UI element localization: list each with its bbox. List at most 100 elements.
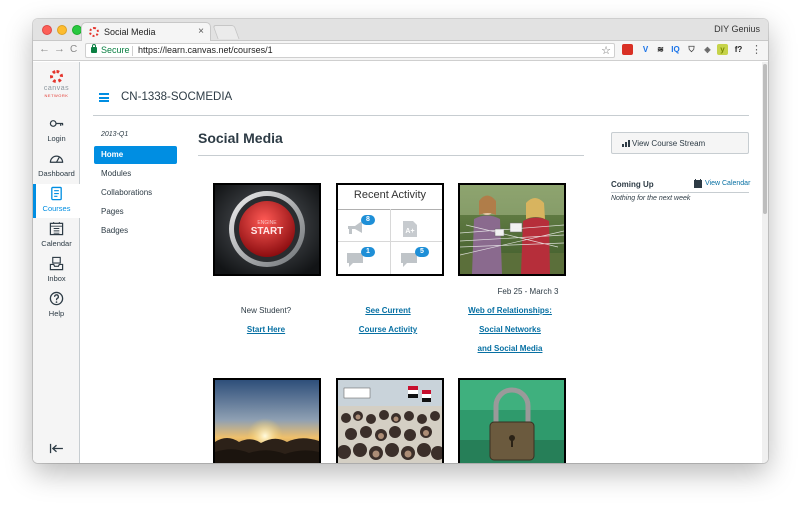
lock-icon <box>91 44 97 53</box>
hamburger-menu-icon[interactable] <box>99 93 109 102</box>
key-icon <box>49 120 64 127</box>
close-window-button[interactable] <box>42 25 52 35</box>
sunset-over-clouds-photo <box>215 380 319 463</box>
recent-activity-heading: Recent Activity <box>353 189 427 201</box>
people-with-strings-photo <box>460 185 564 274</box>
global-nav-label: Inbox <box>47 274 66 283</box>
start-button-image[interactable]: ENGINE START <box>213 183 321 276</box>
back-arrow-icon[interactable]: ← <box>39 43 50 55</box>
global-nav: canvas NETWORK Login Dashboard Courses C… <box>33 62 80 463</box>
new-tab-button[interactable] <box>212 25 240 39</box>
iq-extension-icon[interactable]: IQ <box>670 44 681 55</box>
canvas-logo-icon[interactable] <box>50 70 63 83</box>
url-text[interactable]: https://learn.canvas.net/courses/1 <box>138 45 273 55</box>
forward-arrow-icon[interactable]: → <box>54 43 65 55</box>
svg-text:START: START <box>251 226 284 237</box>
web-of-relationships-image[interactable] <box>458 183 566 276</box>
announcement-count-badge: 8 <box>361 215 375 225</box>
padlock-image[interactable] <box>458 378 566 463</box>
logo-subtext: NETWORK <box>44 93 69 98</box>
browser-toolbar: ← → C Secure https://learn.canvas.net/co… <box>33 41 768 61</box>
header-divider <box>93 115 749 116</box>
page-title: Social Media <box>198 130 283 146</box>
scrollbar-thumb[interactable] <box>763 64 767 214</box>
canvas-favicon-icon <box>89 27 99 37</box>
course-nav-collaborations[interactable]: Collaborations <box>94 184 177 202</box>
profile-name[interactable]: DIY Genius <box>714 24 760 34</box>
calendar-icon <box>49 221 64 236</box>
course-code[interactable]: CN-1338-SOCMEDIA <box>121 91 232 103</box>
recent-activity-divider <box>338 241 442 242</box>
reload-icon[interactable]: C <box>70 44 77 55</box>
page-scrollbar[interactable] <box>762 62 768 463</box>
global-nav-courses[interactable]: Courses <box>33 184 80 218</box>
minimize-window-button[interactable] <box>57 25 67 35</box>
message-count-badge: 5 <box>415 247 429 257</box>
web-of-relationships-link[interactable]: Web of Relationships: <box>440 306 580 315</box>
nothing-upcoming-text: Nothing for the next week <box>611 195 691 202</box>
protest-crowd-photo <box>338 380 442 463</box>
and-social-media-link[interactable]: and Social Media <box>440 344 580 353</box>
course-activity-link[interactable]: Course Activity <box>318 325 458 334</box>
courses-icon <box>51 186 62 201</box>
view-course-stream-label: View Course Stream <box>632 139 706 148</box>
course-nav-pages[interactable]: Pages <box>94 203 177 221</box>
url-separator <box>132 46 133 56</box>
collapse-nav-icon[interactable] <box>49 443 64 454</box>
module-date-caption: Feb 25 - March 3 <box>497 287 559 296</box>
start-here-link[interactable]: Start Here <box>196 325 336 334</box>
recent-activity-image[interactable]: Recent Activity A+ 8 1 5 <box>336 183 444 276</box>
global-nav-label: Help <box>48 309 65 318</box>
logo-text: canvas <box>43 85 70 92</box>
secure-label: Secure <box>101 45 130 55</box>
global-nav-label: Dashboard <box>38 169 75 178</box>
global-nav-login[interactable]: Login <box>33 114 80 148</box>
see-current-link[interactable]: See Current <box>318 306 458 315</box>
course-nav-badges[interactable]: Badges <box>94 222 177 240</box>
global-nav-help[interactable]: Help <box>33 289 80 323</box>
tab-strip: Social Media × DIY Genius <box>33 19 768 42</box>
grades-icon: A+ <box>403 221 417 237</box>
global-nav-label: Courses <box>42 204 71 213</box>
padlock-on-door-photo <box>460 380 564 463</box>
global-nav-dashboard[interactable]: Dashboard <box>33 149 80 183</box>
help-icon <box>49 291 64 306</box>
dev-extension-icon[interactable]: ◈ <box>702 44 713 55</box>
title-divider <box>198 155 584 156</box>
yellow-extension-icon[interactable]: y <box>717 44 728 55</box>
fquestion-extension-icon[interactable]: f? <box>733 44 744 55</box>
vimeo-extension-icon[interactable]: V <box>640 44 651 55</box>
engine-start-button-icon: ENGINE START <box>215 185 319 274</box>
lastpass-extension-icon[interactable] <box>622 44 633 55</box>
canvas-page: canvas NETWORK Login Dashboard Courses C… <box>33 62 768 463</box>
pocket-extension-icon[interactable]: ⛉ <box>686 44 697 55</box>
buffer-extension-icon[interactable]: ≋ <box>655 44 666 55</box>
inbox-icon <box>49 256 64 271</box>
global-nav-label: Calendar <box>41 239 72 248</box>
coming-up-divider <box>611 192 749 193</box>
bar-chart-icon <box>622 140 630 147</box>
global-nav-inbox[interactable]: Inbox <box>33 254 80 288</box>
tab-title: Social Media <box>104 27 156 37</box>
protest-crowd-image[interactable] <box>336 378 444 463</box>
course-nav-home[interactable]: Home <box>94 146 177 164</box>
new-student-label: New Student? <box>240 306 292 315</box>
global-nav-calendar[interactable]: Calendar <box>33 219 80 253</box>
tab-close-icon[interactable]: × <box>198 26 204 37</box>
view-calendar-link[interactable]: View Calendar <box>705 180 750 187</box>
sunset-image[interactable] <box>213 378 321 463</box>
view-course-stream-button[interactable]: View Course Stream <box>611 132 749 154</box>
calendar-small-icon <box>694 179 702 188</box>
svg-text:A+: A+ <box>405 228 414 235</box>
bookmark-star-icon[interactable]: ☆ <box>601 44 611 57</box>
dashboard-icon <box>49 155 64 163</box>
course-term: 2013-Q1 <box>101 131 129 138</box>
browser-window: Social Media × DIY Genius ← → C Secure h… <box>33 19 768 463</box>
address-bar[interactable]: Secure https://learn.canvas.net/courses/… <box>85 43 615 58</box>
discussion-count-badge: 1 <box>361 247 375 257</box>
browser-menu-icon[interactable]: ⋮ <box>751 43 762 56</box>
browser-tab[interactable]: Social Media × <box>81 22 211 42</box>
course-nav-modules[interactable]: Modules <box>94 165 177 183</box>
social-networks-link[interactable]: Social Networks <box>440 325 580 334</box>
coming-up-heading: Coming Up <box>611 180 654 189</box>
